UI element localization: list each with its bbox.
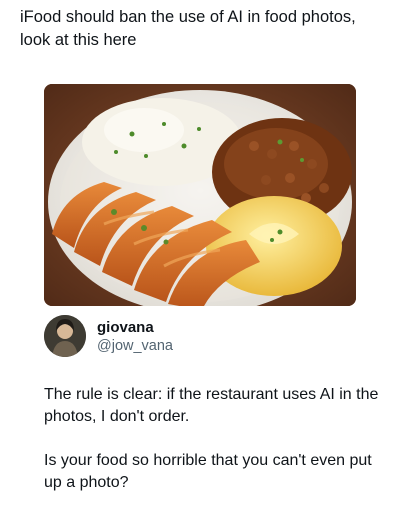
author-name[interactable]: giovana [97,319,154,336]
profile-photo-avatar[interactable] [44,315,86,357]
tweet-paragraph-2: Is your food so horrible that you can't … [44,452,372,491]
author-handle[interactable]: @jow_vana [97,338,173,354]
tweet-body: The rule is clear: if the restaurant use… [44,384,384,516]
avatar-image [44,315,86,357]
tweet-author: giovana @jow_vana [44,313,364,361]
food-plate-image [44,84,356,306]
food-photo[interactable] [44,84,356,306]
tweet-paragraph-1: The rule is clear: if the restaurant use… [44,386,379,425]
tweet-caption: iFood should ban the use of AI in food p… [20,8,356,49]
